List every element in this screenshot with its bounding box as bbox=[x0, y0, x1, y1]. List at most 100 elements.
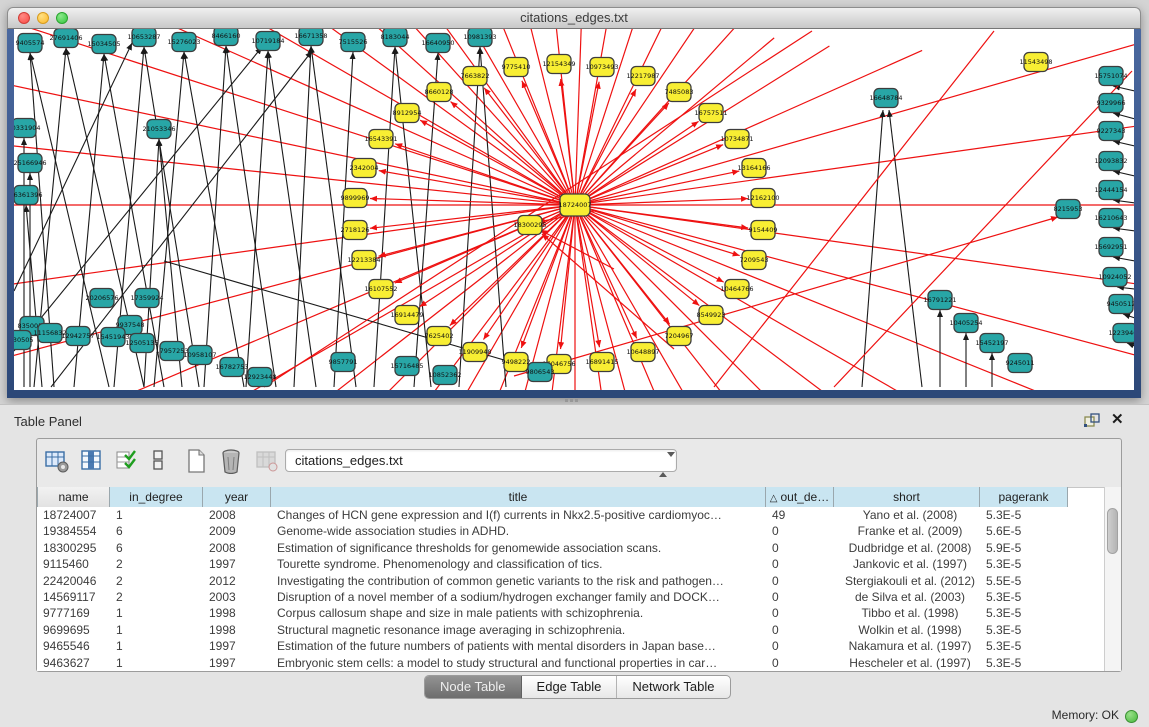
cell[interactable]: 2003 bbox=[203, 589, 271, 605]
cell[interactable]: 0 bbox=[766, 605, 834, 621]
cell[interactable]: 1 bbox=[110, 655, 203, 671]
minimize-window-button[interactable] bbox=[37, 12, 49, 24]
column-header-short[interactable]: short bbox=[834, 487, 980, 507]
cell[interactable]: 5.6E-5 bbox=[980, 523, 1068, 539]
cell[interactable]: 5.3E-5 bbox=[980, 638, 1068, 654]
table-vertical-scrollbar[interactable] bbox=[1104, 487, 1121, 671]
column-header-title[interactable]: title bbox=[271, 487, 766, 507]
cell[interactable]: Stergiakouli et al. (2012) bbox=[834, 573, 980, 589]
cell[interactable]: 5.3E-5 bbox=[980, 605, 1068, 621]
tab-network-table[interactable]: Network Table bbox=[617, 676, 729, 698]
cell[interactable]: 2008 bbox=[203, 540, 271, 556]
table-row[interactable]: 946554611997Estimation of the future num… bbox=[37, 638, 1104, 654]
cell[interactable]: 18300295 bbox=[37, 540, 110, 556]
cell[interactable]: Genome-wide association studies in ADHD. bbox=[271, 523, 766, 539]
cell[interactable]: 1998 bbox=[203, 605, 271, 621]
column-header-year[interactable]: year bbox=[203, 487, 271, 507]
cell[interactable]: 0 bbox=[766, 589, 834, 605]
delete-table-icon[interactable] bbox=[219, 448, 245, 474]
scrollbar-thumb[interactable] bbox=[1107, 508, 1118, 554]
cell[interactable]: 5.9E-5 bbox=[980, 540, 1068, 556]
cell[interactable]: 0 bbox=[766, 573, 834, 589]
cell[interactable]: 2 bbox=[110, 589, 203, 605]
cell[interactable]: Embryonic stem cells: a model to study s… bbox=[271, 655, 766, 671]
cell[interactable]: 0 bbox=[766, 540, 834, 556]
table-row[interactable]: 977716911998Corpus callosum shape and si… bbox=[37, 605, 1104, 621]
cell[interactable]: Wolkin et al. (1998) bbox=[834, 622, 980, 638]
network-canvas[interactable]: 1872400718300295121543491097349312217987… bbox=[14, 29, 1134, 390]
cell[interactable]: 9777169 bbox=[37, 605, 110, 621]
close-window-button[interactable] bbox=[18, 12, 30, 24]
cell[interactable]: 5.5E-5 bbox=[980, 573, 1068, 589]
row-check-icon[interactable] bbox=[114, 448, 140, 474]
cell[interactable]: 2008 bbox=[203, 507, 271, 523]
cell[interactable]: 0 bbox=[766, 523, 834, 539]
table-row[interactable]: 1456911722003Disruption of a novel membe… bbox=[37, 589, 1104, 605]
table-row[interactable]: 2242004622012Investigating the contribut… bbox=[37, 573, 1104, 589]
cell[interactable]: 9115460 bbox=[37, 556, 110, 572]
cell[interactable]: 6 bbox=[110, 540, 203, 556]
cell[interactable]: 1 bbox=[110, 507, 203, 523]
cell[interactable]: 49 bbox=[766, 507, 834, 523]
cell[interactable]: 0 bbox=[766, 638, 834, 654]
cell[interactable]: 5.3E-5 bbox=[980, 556, 1068, 572]
cell[interactable]: 5.3E-5 bbox=[980, 589, 1068, 605]
network-window-titlebar[interactable]: citations_edges.txt bbox=[7, 7, 1141, 29]
column-select-icon[interactable] bbox=[79, 448, 105, 474]
close-panel-icon[interactable]: ✕ bbox=[1111, 410, 1124, 428]
table-row[interactable]: 1830029562008Estimation of significance … bbox=[37, 540, 1104, 556]
cell[interactable]: 2 bbox=[110, 556, 203, 572]
cell[interactable]: 2 bbox=[110, 573, 203, 589]
cell[interactable]: 5.3E-5 bbox=[980, 655, 1068, 671]
cell[interactable]: 5.3E-5 bbox=[980, 507, 1068, 523]
cell[interactable]: Jankovic et al. (1997) bbox=[834, 556, 980, 572]
cell[interactable]: Estimation of the future numbers of pati… bbox=[271, 638, 766, 654]
cell[interactable]: Tibbo et al. (1998) bbox=[834, 605, 980, 621]
column-header-name[interactable]: name bbox=[37, 487, 110, 507]
cell[interactable]: 19384554 bbox=[37, 523, 110, 539]
cell[interactable]: Estimation of significance thresholds fo… bbox=[271, 540, 766, 556]
cell[interactable]: 18724007 bbox=[37, 507, 110, 523]
cell[interactable]: Nakamura et al. (1997) bbox=[834, 638, 980, 654]
float-panel-icon[interactable] bbox=[1083, 412, 1101, 428]
cell[interactable]: 0 bbox=[766, 655, 834, 671]
cell[interactable]: 9463627 bbox=[37, 655, 110, 671]
cell[interactable]: Franke et al. (2009) bbox=[834, 523, 980, 539]
table-settings-icon[interactable] bbox=[44, 448, 70, 474]
cell[interactable]: Tourette syndrome. Phenomenology and cla… bbox=[271, 556, 766, 572]
cell[interactable]: 1997 bbox=[203, 556, 271, 572]
cell[interactable]: Changes of HCN gene expression and I(f) … bbox=[271, 507, 766, 523]
cell[interactable]: 1 bbox=[110, 622, 203, 638]
new-table-icon[interactable] bbox=[184, 448, 210, 474]
cell[interactable]: 1 bbox=[110, 638, 203, 654]
cell[interactable]: Corpus callosum shape and size in male p… bbox=[271, 605, 766, 621]
cell[interactable]: Dudbridge et al. (2008) bbox=[834, 540, 980, 556]
table-row[interactable]: 946362711997Embryonic stem cells: a mode… bbox=[37, 655, 1104, 671]
tab-node-table[interactable]: Node Table bbox=[425, 676, 522, 698]
table-row[interactable]: 969969511998Structural magnetic resonanc… bbox=[37, 622, 1104, 638]
table-row[interactable]: 1938455462009Genome-wide association stu… bbox=[37, 523, 1104, 539]
cell[interactable]: 2009 bbox=[203, 523, 271, 539]
zoom-window-button[interactable] bbox=[56, 12, 68, 24]
cell[interactable]: 1998 bbox=[203, 622, 271, 638]
cell[interactable]: 1997 bbox=[203, 638, 271, 654]
panel-resize-grip[interactable] bbox=[565, 399, 568, 402]
cell[interactable]: 9465546 bbox=[37, 638, 110, 654]
cell[interactable]: 2012 bbox=[203, 573, 271, 589]
cell[interactable]: 14569117 bbox=[37, 589, 110, 605]
cell[interactable]: Structural magnetic resonance image aver… bbox=[271, 622, 766, 638]
column-header-pagerank[interactable]: pagerank bbox=[980, 487, 1068, 507]
cell[interactable]: 1 bbox=[110, 605, 203, 621]
column-header-out_de[interactable]: △out_de… bbox=[766, 487, 834, 507]
table-row[interactable]: 1872400712008Changes of HCN gene express… bbox=[37, 507, 1104, 523]
table-row[interactable]: 911546021997Tourette syndrome. Phenomeno… bbox=[37, 556, 1104, 572]
cell[interactable]: 1997 bbox=[203, 655, 271, 671]
network-table-select[interactable]: citations_edges.txt bbox=[285, 449, 677, 472]
tab-edge-table[interactable]: Edge Table bbox=[522, 676, 618, 698]
cell[interactable]: 0 bbox=[766, 622, 834, 638]
column-header-in_degree[interactable]: in_degree bbox=[110, 487, 203, 507]
cell[interactable]: 22420046 bbox=[37, 573, 110, 589]
cell[interactable]: Disruption of a novel member of a sodium… bbox=[271, 589, 766, 605]
network-view[interactable]: 1872400718300295121543491097349312217987… bbox=[14, 29, 1134, 390]
merge-tables-icon[interactable] bbox=[149, 448, 175, 474]
